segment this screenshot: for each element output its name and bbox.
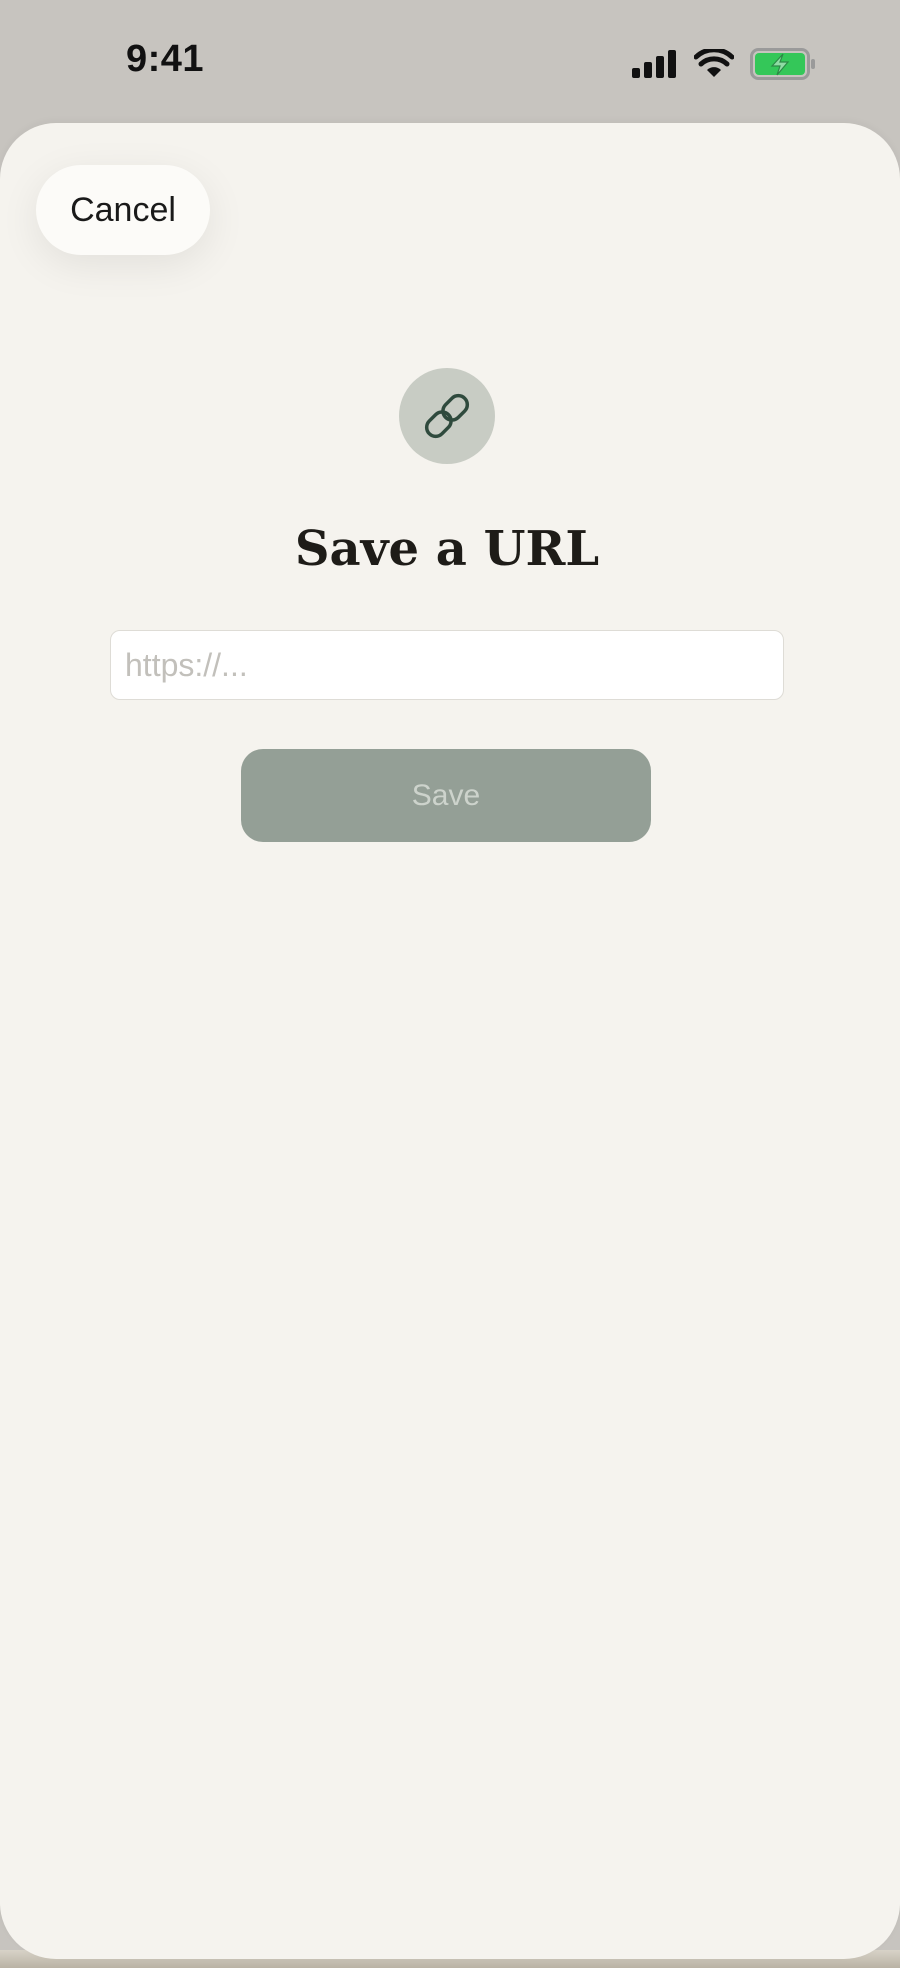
cancel-button[interactable]: Cancel [36, 165, 210, 255]
cellular-signal-icon [632, 50, 676, 78]
battery-charging-icon [750, 48, 815, 80]
page-title: Save a URL [294, 521, 600, 577]
wifi-icon [694, 49, 734, 77]
save-url-sheet: Cancel Save a URL Save [0, 123, 900, 1959]
status-icons [632, 44, 816, 84]
link-icon [424, 393, 470, 439]
save-button[interactable]: Save [241, 749, 651, 842]
url-input[interactable] [110, 630, 784, 700]
status-bar: 9:41 [0, 0, 900, 124]
link-badge [399, 368, 495, 464]
status-time: 9:41 [126, 38, 205, 80]
